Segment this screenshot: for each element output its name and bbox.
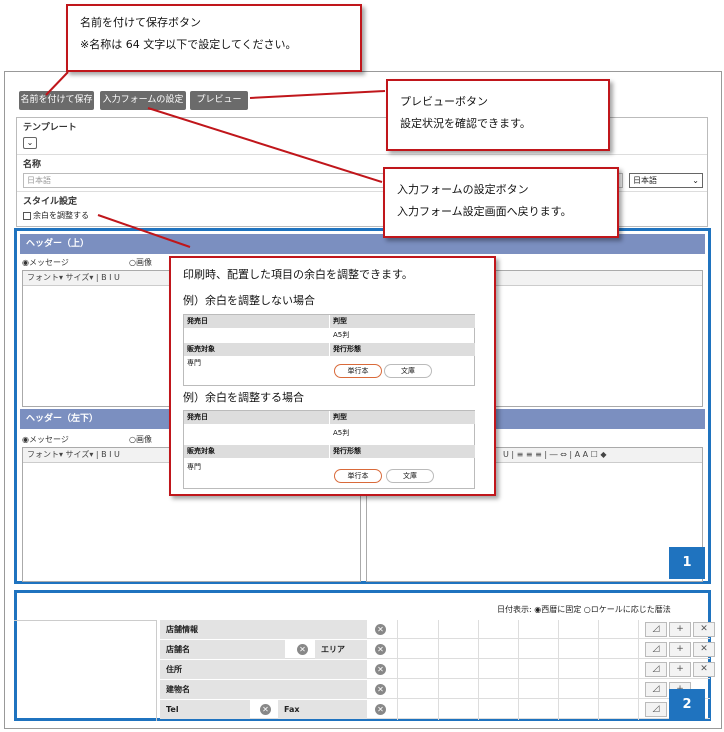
example-adjust-title: 例）余白を調整する場合 (183, 391, 304, 404)
connector-line (97, 214, 191, 248)
callout-title: プレビューボタン (400, 95, 488, 108)
connector-line (147, 107, 383, 183)
preview-callout: プレビューボタン 設定状況を確認できます。 (386, 79, 610, 151)
connector-line (45, 71, 69, 96)
pill-tankobon[interactable]: 単行本 (334, 364, 382, 378)
example-table-adjust: 発売日 判型 A5判 販売対象 発行形態 専門 単行本 文庫 (183, 410, 475, 489)
table-cell: 専門 (187, 359, 201, 367)
table-cell: A5判 (333, 331, 350, 339)
callout-text: 設定状況を確認できます。 (400, 117, 531, 130)
example-table-no-adjust: 発売日 判型 A5判 販売対象 発行形態 専門 単行本 文庫 (183, 314, 475, 386)
table-header: 発売日 (184, 315, 329, 328)
table-header: 発行形態 (330, 343, 475, 356)
callout-title: 入力フォームの設定ボタン (397, 183, 529, 196)
save-as-callout: 名前を付けて保存ボタン ※名称は 64 文字以下で設定してください。 (66, 4, 362, 72)
pill-tankobon[interactable]: 単行本 (334, 469, 382, 483)
pill-bunko[interactable]: 文庫 (386, 469, 434, 483)
table-cell: 専門 (187, 463, 201, 471)
connector-line (249, 90, 386, 99)
margin-adjust-callout: 印刷時、配置した項目の余白を調整できます。 例）余白を調整しない場合 発売日 判… (169, 256, 496, 496)
table-header: 発行形態 (330, 445, 475, 458)
table-header: 販売対象 (184, 445, 329, 458)
example-no-adjust-title: 例）余白を調整しない場合 (183, 294, 315, 307)
table-header: 販売対象 (184, 343, 329, 356)
callout-text: ※名称は 64 文字以下で設定してください。 (80, 38, 297, 51)
input-form-callout: 入力フォームの設定ボタン 入力フォーム設定画面へ戻ります。 (383, 167, 619, 238)
table-header: 発売日 (184, 411, 329, 424)
table-cell: A5判 (333, 429, 350, 437)
table-header: 判型 (330, 411, 475, 424)
callout-intro: 印刷時、配置した項目の余白を調整できます。 (183, 268, 413, 281)
table-header: 判型 (330, 315, 475, 328)
pill-bunko[interactable]: 文庫 (384, 364, 432, 378)
callout-title: 名前を付けて保存ボタン (80, 16, 201, 29)
callout-text: 入力フォーム設定画面へ戻ります。 (397, 205, 572, 218)
